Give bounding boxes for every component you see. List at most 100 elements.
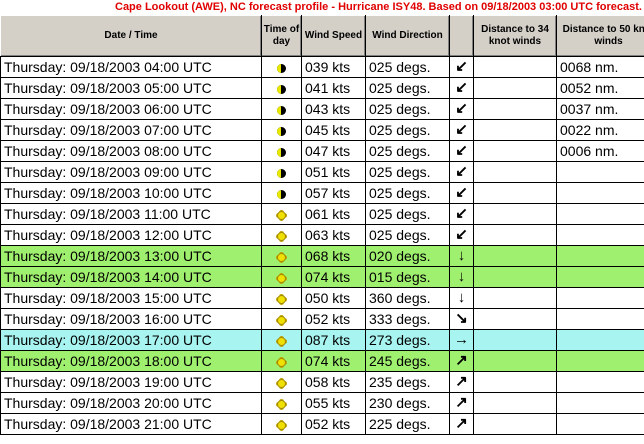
cell-wind-speed: 052 kts [301,308,366,330]
table-row[interactable]: Thursday: 09/18/2003 18:00 UTC 074 kts 245… [0,350,644,372]
table-row[interactable]: Thursday: 09/18/2003 14:00 UTC 074 kts 015… [0,266,644,288]
sun-icon [277,357,286,367]
column-header-wind-direction[interactable]: Wind Direction [365,15,450,57]
cell-time-of-day [261,77,302,99]
cell-time-of-day [261,287,302,309]
cell-datetime: Thursday: 09/18/2003 13:00 UTC [0,245,262,267]
cell-distance-50kt: 0022 nm. [556,119,644,141]
wind-arrow-icon: ↗ [455,394,468,411]
moon-icon [277,105,286,115]
cell-wind-speed: 050 kts [301,287,366,309]
cell-distance-50kt [556,371,644,393]
sun-icon [277,252,286,262]
table-row[interactable]: Thursday: 09/18/2003 20:00 UTC 055 kts 230… [0,392,644,414]
cell-direction-arrow: ↙ [449,182,474,204]
sun-icon [277,336,286,346]
cell-datetime: Thursday: 09/18/2003 11:00 UTC [0,203,262,225]
moon-icon [277,126,286,136]
table-row[interactable]: Thursday: 09/18/2003 19:00 UTC 058 kts 235… [0,371,644,393]
table-row[interactable]: Thursday: 09/18/2003 05:00 UTC 041 kts 025… [0,77,644,99]
table-row[interactable]: Thursday: 09/18/2003 08:00 UTC 047 kts 025… [0,140,644,162]
wind-arrow-icon: ↙ [455,121,468,138]
cell-direction-arrow: ↙ [449,161,474,183]
table-row[interactable]: Thursday: 09/18/2003 17:00 UTC 087 kts 273… [0,329,644,351]
cell-time-of-day [261,182,302,204]
cell-wind-direction: 360 degs. [365,287,450,309]
cell-distance-34kt [473,413,557,435]
cell-wind-direction: 230 degs. [365,392,450,414]
cell-datetime: Thursday: 09/18/2003 19:00 UTC [0,371,262,393]
cell-datetime: Thursday: 09/18/2003 10:00 UTC [0,182,262,204]
cell-distance-50kt [556,392,644,414]
cell-datetime: Thursday: 09/18/2003 14:00 UTC [0,266,262,288]
cell-distance-34kt [473,371,557,393]
cell-time-of-day [261,392,302,414]
moon-icon [277,63,286,73]
cell-distance-34kt [473,140,557,162]
cell-datetime: Thursday: 09/18/2003 21:00 UTC [0,413,262,435]
sun-icon [277,231,286,241]
table-row[interactable]: Thursday: 09/18/2003 06:00 UTC 043 kts 025… [0,98,644,120]
moon-icon [277,147,286,157]
cell-wind-speed: 052 kts [301,413,366,435]
cell-wind-direction: 025 degs. [365,203,450,225]
cell-datetime: Thursday: 09/18/2003 04:00 UTC [0,56,262,78]
cell-direction-arrow: ↙ [449,56,474,78]
cell-distance-34kt [473,182,557,204]
column-header-distance-50kt[interactable]: Distance to 50 knot winds [556,15,644,57]
table-row[interactable]: Thursday: 09/18/2003 10:00 UTC 057 kts 025… [0,182,644,204]
cell-time-of-day [261,371,302,393]
table-row[interactable]: Thursday: 09/18/2003 15:00 UTC 050 kts 360… [0,287,644,309]
table-header-row: Date / Time Time of day Wind Speed Wind … [0,15,644,57]
report-title: Cape Lookout (AWE), NC forecast profile … [0,0,644,15]
cell-distance-50kt: 0068 nm. [556,56,644,78]
table-row[interactable]: Thursday: 09/18/2003 13:00 UTC 068 kts 020… [0,245,644,267]
cell-wind-direction: 225 degs. [365,413,450,435]
column-header-distance-34kt[interactable]: Distance to 34 knot winds [473,15,557,57]
sun-icon [277,315,286,325]
cell-time-of-day [261,350,302,372]
cell-time-of-day [261,119,302,141]
cell-wind-speed: 045 kts [301,119,366,141]
cell-direction-arrow: ↙ [449,203,474,225]
moon-icon [277,168,286,178]
forecast-table: Date / Time Time of day Wind Speed Wind … [0,15,644,435]
cell-wind-direction: 025 degs. [365,98,450,120]
forecast-table-container[interactable]: Date / Time Time of day Wind Speed Wind … [0,15,644,444]
cell-direction-arrow: ↓ [449,266,474,288]
cell-distance-50kt [556,308,644,330]
cell-time-of-day [261,329,302,351]
wind-arrow-icon: ↙ [455,100,468,117]
cell-direction-arrow: ↓ [449,245,474,267]
cell-wind-speed: 074 kts [301,350,366,372]
cell-wind-direction: 025 degs. [365,140,450,162]
cell-direction-arrow: ↗ [449,350,474,372]
column-header-time-of-day[interactable]: Time of day [261,15,302,57]
table-row[interactable]: Thursday: 09/18/2003 21:00 UTC 052 kts 225… [0,413,644,435]
cell-wind-direction: 025 degs. [365,161,450,183]
sun-icon [277,210,286,220]
table-row[interactable]: Thursday: 09/18/2003 11:00 UTC 061 kts 025… [0,203,644,225]
cell-wind-direction: 025 degs. [365,56,450,78]
table-row[interactable]: Thursday: 09/18/2003 16:00 UTC 052 kts 333… [0,308,644,330]
cell-wind-direction: 273 degs. [365,329,450,351]
column-header-arrow[interactable] [449,15,474,57]
cell-wind-speed: 051 kts [301,161,366,183]
table-row[interactable]: Thursday: 09/18/2003 04:00 UTC 039 kts 025… [0,56,644,78]
table-row[interactable]: Thursday: 09/18/2003 07:00 UTC 045 kts 025… [0,119,644,141]
sun-icon [277,378,286,388]
column-header-wind-speed[interactable]: Wind Speed [301,15,366,57]
cell-wind-speed: 057 kts [301,182,366,204]
cell-direction-arrow: ↙ [449,119,474,141]
cell-distance-34kt [473,56,557,78]
cell-distance-34kt [473,161,557,183]
column-header-datetime[interactable]: Date / Time [0,15,262,57]
cell-time-of-day [261,266,302,288]
table-row[interactable]: Thursday: 09/18/2003 12:00 UTC 063 kts 025… [0,224,644,246]
sun-icon [277,294,286,304]
cell-wind-speed: 043 kts [301,98,366,120]
wind-arrow-icon: ↗ [455,373,468,390]
cell-wind-direction: 245 degs. [365,350,450,372]
table-row[interactable]: Thursday: 09/18/2003 09:00 UTC 051 kts 025… [0,161,644,183]
cell-time-of-day [261,161,302,183]
